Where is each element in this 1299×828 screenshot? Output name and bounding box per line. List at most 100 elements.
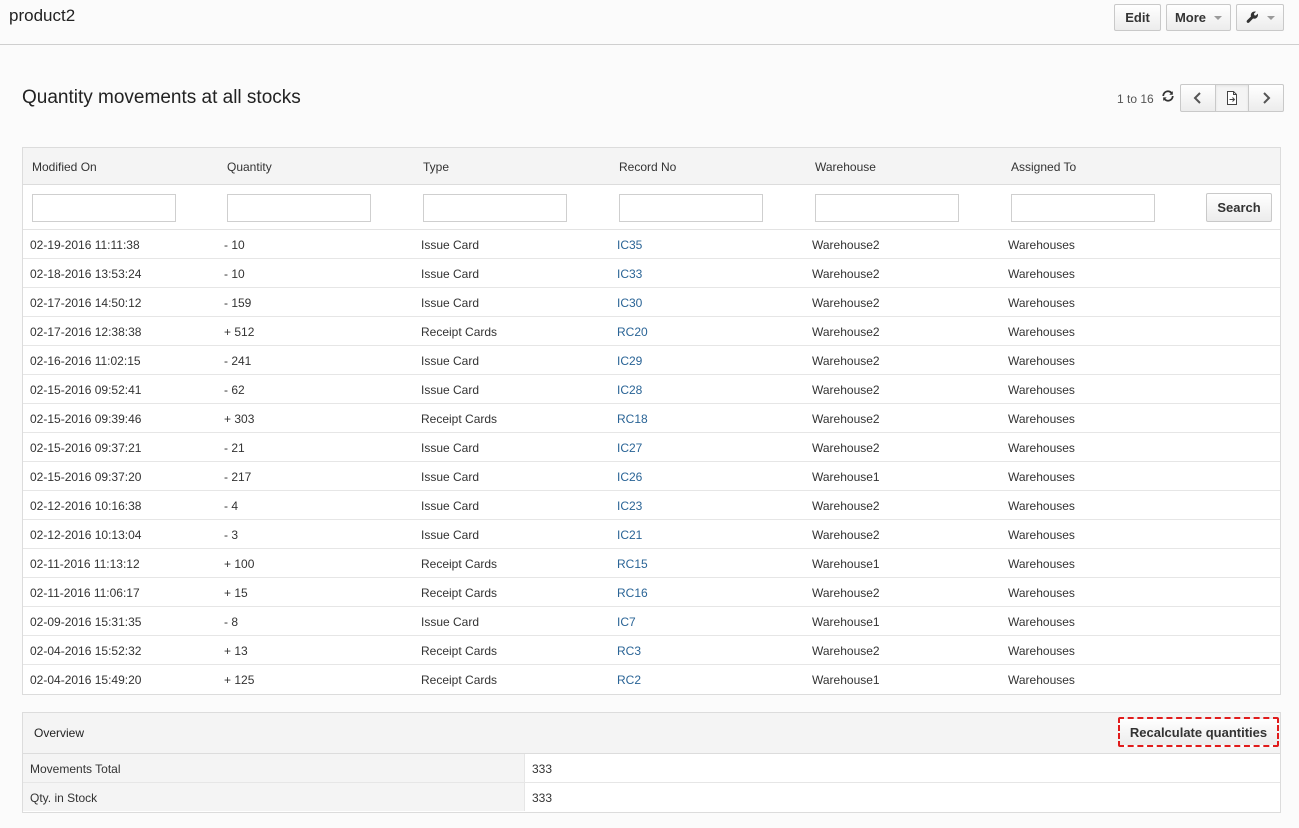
overview-header: Overview Recalculate quantities	[23, 713, 1280, 754]
tools-menu-button[interactable]	[1236, 4, 1284, 31]
cell-assigned-to: Warehouses	[1008, 499, 1075, 513]
cell-record-no[interactable]: IC28	[617, 383, 642, 397]
filter-modified-on-input[interactable]	[32, 194, 176, 222]
chevron-right-icon	[1263, 92, 1271, 104]
cell-quantity: - 159	[224, 296, 252, 310]
next-page-button[interactable]	[1248, 84, 1284, 112]
cell-record-no[interactable]: IC30	[617, 296, 642, 310]
movements-table: Modified On Quantity Type Record No Ware…	[22, 147, 1281, 695]
cell-type: Issue Card	[421, 267, 480, 281]
filter-record-no-input[interactable]	[619, 194, 763, 222]
chevron-down-icon	[1214, 15, 1223, 20]
cell-modified-on: 02-09-2016 15:31:35	[30, 615, 142, 629]
cell-record-no[interactable]: IC27	[617, 441, 642, 455]
cell-assigned-to: Warehouses	[1008, 528, 1075, 542]
cell-assigned-to: Warehouses	[1008, 615, 1075, 629]
column-header-type[interactable]: Type	[423, 160, 449, 174]
cell-record-no[interactable]: RC20	[617, 325, 648, 339]
cell-warehouse: Warehouse1	[812, 470, 880, 484]
cell-record-no[interactable]: RC2	[617, 673, 641, 687]
export-page-button[interactable]	[1215, 84, 1249, 112]
cell-type: Issue Card	[421, 354, 480, 368]
table-row[interactable]: 02-15-2016 09:37:20 - 217 Issue Card IC26 Wa…	[23, 462, 1280, 491]
cell-quantity: - 4	[224, 499, 239, 513]
cell-modified-on: 02-15-2016 09:37:20	[30, 470, 142, 484]
table-row[interactable]: 02-15-2016 09:52:41 - 62 Issue Card IC28 War…	[23, 375, 1280, 404]
cell-modified-on: 02-11-2016 11:06:17	[30, 586, 140, 600]
table-row[interactable]: 02-09-2016 15:31:35 - 8 Issue Card IC7 Wareh…	[23, 607, 1280, 636]
filter-assigned-to-input[interactable]	[1011, 194, 1155, 222]
table-row[interactable]: 02-18-2016 13:53:24 - 10 Issue Card IC33 War…	[23, 259, 1280, 288]
cell-record-no[interactable]: IC35	[617, 238, 642, 252]
cell-record-no[interactable]: IC21	[617, 528, 642, 542]
edit-button[interactable]: Edit	[1114, 4, 1161, 31]
cell-quantity: + 303	[224, 412, 255, 426]
cell-record-no[interactable]: RC16	[617, 586, 648, 600]
cell-warehouse: Warehouse1	[812, 615, 880, 629]
cell-modified-on: 02-17-2016 14:50:12	[30, 296, 142, 310]
cell-quantity: - 21	[224, 441, 245, 455]
cell-record-no[interactable]: RC18	[617, 412, 648, 426]
table-row[interactable]: 02-12-2016 10:13:04 - 3 Issue Card IC21 Ware…	[23, 520, 1280, 549]
cell-record-no[interactable]: IC23	[617, 499, 642, 513]
table-row[interactable]: 02-15-2016 09:39:46 + 303 Receipt Cards RC1…	[23, 404, 1280, 433]
cell-quantity: - 10	[224, 238, 245, 252]
refresh-icon[interactable]	[1161, 89, 1175, 103]
table-row[interactable]: 02-11-2016 11:13:12 + 100 Receipt Cards RC1…	[23, 549, 1280, 578]
cell-record-no[interactable]: IC33	[617, 267, 642, 281]
cell-warehouse: Warehouse2	[812, 528, 880, 542]
table-row[interactable]: 02-19-2016 11:11:38 - 10 Issue Card IC35 War…	[23, 230, 1280, 259]
table-row[interactable]: 02-12-2016 10:16:38 - 4 Issue Card IC23 Ware…	[23, 491, 1280, 520]
column-header-record-no[interactable]: Record No	[619, 160, 676, 174]
overview-label-cell: Qty. in Stock	[23, 783, 525, 811]
overview-row-movements-total: Movements Total 333	[23, 754, 1280, 783]
previous-page-button[interactable]	[1180, 84, 1216, 112]
table-row[interactable]: 02-15-2016 09:37:21 - 21 Issue Card IC27 War…	[23, 433, 1280, 462]
table-row[interactable]: 02-11-2016 11:06:17 + 15 Receipt Cards RC16…	[23, 578, 1280, 607]
table-row[interactable]: 02-04-2016 15:49:20 + 125 Receipt Cards RC2…	[23, 665, 1280, 694]
table-row[interactable]: 02-16-2016 11:02:15 - 241 Issue Card IC29 Wa…	[23, 346, 1280, 375]
cell-assigned-to: Warehouses	[1008, 644, 1075, 658]
cell-quantity: - 3	[224, 528, 239, 542]
column-header-assigned-to[interactable]: Assigned To	[1011, 160, 1076, 174]
cell-quantity: - 217	[224, 470, 252, 484]
cell-assigned-to: Warehouses	[1008, 441, 1075, 455]
cell-assigned-to: Warehouses	[1008, 470, 1075, 484]
cell-warehouse: Warehouse1	[812, 557, 880, 571]
recalculate-quantities-button[interactable]: Recalculate quantities	[1118, 717, 1279, 747]
cell-record-no[interactable]: IC29	[617, 354, 642, 368]
cell-modified-on: 02-19-2016 11:11:38	[30, 238, 140, 252]
filter-quantity-input[interactable]	[227, 194, 371, 222]
search-button[interactable]: Search	[1206, 193, 1272, 222]
edit-button-label: Edit	[1125, 10, 1150, 25]
table-row[interactable]: 02-17-2016 12:38:38 + 512 Receipt Cards RC2…	[23, 317, 1280, 346]
cell-record-no[interactable]: RC15	[617, 557, 648, 571]
column-header-warehouse[interactable]: Warehouse	[815, 160, 876, 174]
cell-modified-on: 02-04-2016 15:52:32	[30, 644, 142, 658]
cell-warehouse: Warehouse2	[812, 644, 880, 658]
cell-type: Issue Card	[421, 499, 480, 513]
cell-type: Issue Card	[421, 615, 480, 629]
cell-record-no[interactable]: RC3	[617, 644, 641, 658]
overview-value: 333	[532, 791, 553, 805]
filter-type-input[interactable]	[423, 194, 567, 222]
table-row[interactable]: 02-17-2016 14:50:12 - 159 Issue Card IC30 Wa…	[23, 288, 1280, 317]
table-row[interactable]: 02-04-2016 15:52:32 + 13 Receipt Cards RC3 W…	[23, 636, 1280, 665]
cell-warehouse: Warehouse2	[812, 354, 880, 368]
cell-type: Issue Card	[421, 528, 480, 542]
more-button[interactable]: More	[1166, 4, 1231, 31]
column-header-quantity[interactable]: Quantity	[227, 160, 272, 174]
table-header: Modified On Quantity Type Record No Ware…	[23, 148, 1280, 185]
filter-warehouse-input[interactable]	[815, 194, 959, 222]
cell-warehouse: Warehouse2	[812, 499, 880, 513]
cell-type: Receipt Cards	[421, 673, 498, 687]
column-header-modified-on[interactable]: Modified On	[32, 160, 97, 174]
wrench-icon	[1246, 11, 1258, 23]
record-name: product2	[9, 6, 76, 25]
cell-assigned-to: Warehouses	[1008, 412, 1075, 426]
cell-warehouse: Warehouse2	[812, 296, 880, 310]
cell-record-no[interactable]: IC7	[617, 615, 636, 629]
cell-record-no[interactable]: IC26	[617, 470, 642, 484]
cell-modified-on: 02-16-2016 11:02:15	[30, 354, 141, 368]
chevron-down-icon	[1266, 15, 1275, 20]
